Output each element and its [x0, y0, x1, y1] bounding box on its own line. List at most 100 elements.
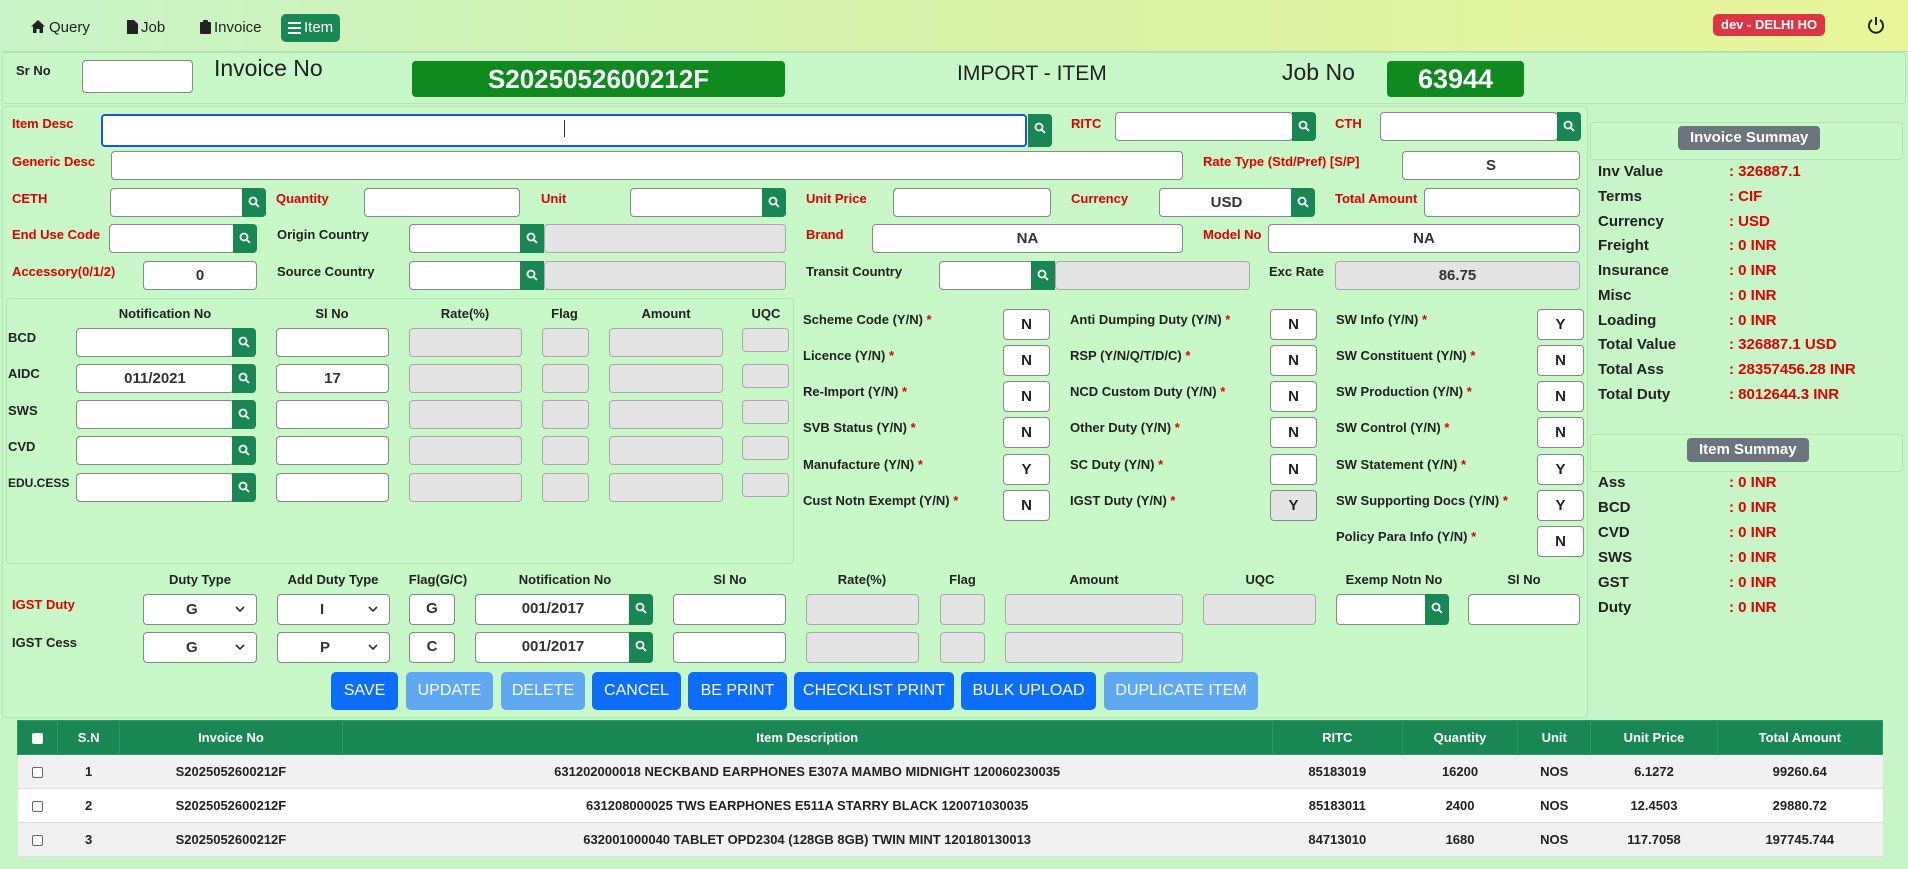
rate-type-input[interactable]: S	[1402, 151, 1580, 180]
model-no-input[interactable]: NA	[1268, 224, 1580, 253]
sc-duty-input[interactable]: N	[1270, 454, 1317, 485]
end-use-input[interactable]	[109, 224, 236, 253]
search-icon	[248, 196, 260, 208]
nav-job[interactable]: Job	[120, 14, 172, 42]
bulk-upload-button[interactable]: BULK UPLOAD	[961, 672, 1096, 710]
svb-status-input[interactable]: N	[1003, 417, 1050, 448]
sr-no-input[interactable]	[82, 60, 193, 93]
policy-para-info-input[interactable]: N	[1537, 526, 1584, 557]
sw-constituent-input[interactable]: N	[1537, 345, 1584, 376]
ritc-search-button[interactable]	[1292, 112, 1316, 141]
licence-input[interactable]: N	[1003, 345, 1050, 376]
igst-duty-type-select[interactable]: G	[143, 594, 257, 625]
nav-item[interactable]: Item	[281, 14, 341, 42]
igst-cess-search-button[interactable]	[629, 632, 653, 663]
transit-country-input[interactable]	[939, 261, 1034, 290]
igst-notification-input[interactable]: 001/2017	[475, 594, 631, 625]
table-row[interactable]: 1 S2025052600212F 631202000018 NECKBAND …	[17, 754, 1883, 789]
table-row[interactable]: 2 S2025052600212F 631208000025 TWS EARPH…	[17, 788, 1883, 823]
rsp-input[interactable]: N	[1270, 345, 1317, 376]
cvd-sl-no-input[interactable]	[276, 436, 389, 465]
igst-cess-amount-field	[1005, 632, 1183, 663]
sws-notification-input[interactable]	[76, 400, 234, 429]
be-print-button[interactable]: BE PRINT	[688, 672, 787, 710]
select-all-checkbox[interactable]	[32, 733, 44, 745]
cancel-button[interactable]: CANCEL	[592, 672, 681, 710]
igst-exemp-sl-no-input[interactable]	[1468, 594, 1580, 625]
unit-input[interactable]	[630, 188, 765, 217]
cvd-search-button[interactable]	[232, 436, 256, 465]
sws-sl-no-input[interactable]	[276, 400, 389, 429]
ritc-input[interactable]	[1115, 112, 1293, 141]
origin-country-input[interactable]	[409, 224, 523, 253]
table-row[interactable]: 3 S2025052600212F 632001000040 TABLET OP…	[17, 822, 1883, 857]
row-checkbox[interactable]	[32, 835, 44, 847]
power-icon[interactable]	[1866, 15, 1886, 38]
igst-cess-flag-gc-input[interactable]: C	[409, 632, 455, 663]
anti-dumping-input[interactable]: N	[1270, 309, 1317, 340]
ceth-search-button[interactable]	[242, 188, 266, 217]
aidc-search-button[interactable]	[232, 364, 256, 393]
cth-input[interactable]	[1380, 112, 1558, 141]
currency-input[interactable]: USD	[1159, 188, 1294, 217]
ncd-custom-duty-input[interactable]: N	[1270, 381, 1317, 412]
sw-statement-input[interactable]: Y	[1537, 454, 1584, 485]
sws-search-button[interactable]	[232, 400, 256, 429]
other-duty-input[interactable]: N	[1270, 417, 1317, 448]
brand-input[interactable]: NA	[872, 224, 1183, 253]
save-button[interactable]: SAVE	[331, 672, 398, 710]
bcd-sl-no-input[interactable]	[276, 328, 389, 357]
source-country-input[interactable]	[409, 261, 523, 290]
edu-cess-search-button[interactable]	[232, 473, 256, 502]
currency-search-button[interactable]	[1291, 188, 1315, 217]
sw-control-input[interactable]: N	[1537, 417, 1584, 448]
igst-notification-search-button[interactable]	[629, 594, 653, 625]
delete-button[interactable]: DELETE	[501, 672, 585, 710]
checklist-print-button[interactable]: CHECKLIST PRINT	[794, 672, 954, 710]
scheme-code-input[interactable]: N	[1003, 309, 1050, 340]
duplicate-item-button[interactable]: DUPLICATE ITEM	[1104, 672, 1258, 710]
cvd-notification-input[interactable]	[76, 436, 234, 465]
search-icon	[526, 269, 538, 281]
row-checkbox[interactable]	[32, 801, 44, 813]
igst-flag-gc-input[interactable]: G	[409, 594, 455, 625]
sw-production-input[interactable]: N	[1537, 381, 1584, 412]
quantity-input[interactable]	[364, 188, 520, 217]
igst-exemp-notn-input[interactable]	[1336, 594, 1428, 625]
sw-info-input[interactable]: Y	[1537, 309, 1584, 340]
cth-search-button[interactable]	[1557, 112, 1581, 141]
row-checkbox[interactable]	[32, 767, 44, 779]
re-import-input[interactable]: N	[1003, 381, 1050, 412]
accessory-input[interactable]: 0	[143, 261, 257, 290]
yn-label: Scheme Code (Y/N) *	[803, 312, 932, 327]
igst-cess-sl-no-input[interactable]	[673, 632, 786, 663]
unit-price-input[interactable]	[893, 188, 1051, 217]
nav-query[interactable]: Query	[23, 14, 97, 42]
aidc-sl-no-input[interactable]: 17	[276, 364, 389, 393]
generic-desc-input[interactable]	[111, 151, 1183, 180]
item-desc-search-button[interactable]	[1028, 114, 1052, 147]
nav-invoice[interactable]: Invoice	[193, 14, 269, 42]
update-button[interactable]: UPDATE	[406, 672, 493, 710]
ceth-input[interactable]	[110, 188, 245, 217]
end-use-search-button[interactable]	[233, 224, 257, 253]
igst-cess-add-duty-type-select[interactable]: P	[277, 632, 390, 663]
bcd-notification-input[interactable]	[76, 328, 234, 357]
igst-sl-no-input[interactable]	[673, 594, 786, 625]
manufacture-input[interactable]: Y	[1003, 454, 1050, 485]
source-country-search-button[interactable]	[520, 261, 544, 290]
edu-cess-sl-no-input[interactable]	[276, 473, 389, 502]
edu-cess-notification-input[interactable]	[76, 473, 234, 502]
sw-supporting-docs-input[interactable]: Y	[1537, 490, 1584, 521]
igst-cess-notification-input[interactable]: 001/2017	[475, 632, 631, 663]
igst-add-duty-type-select[interactable]: I	[277, 594, 390, 625]
bcd-search-button[interactable]	[232, 328, 256, 357]
transit-country-search-button[interactable]	[1031, 261, 1055, 290]
aidc-notification-input[interactable]: 011/2021	[76, 364, 234, 393]
origin-country-search-button[interactable]	[520, 224, 544, 253]
total-amount-input[interactable]	[1424, 188, 1580, 217]
igst-exemp-notn-search-button[interactable]	[1425, 594, 1449, 625]
cust-notn-exempt-input[interactable]: N	[1003, 490, 1050, 521]
igst-cess-duty-type-select[interactable]: G	[143, 632, 257, 663]
unit-search-button[interactable]	[762, 188, 786, 217]
